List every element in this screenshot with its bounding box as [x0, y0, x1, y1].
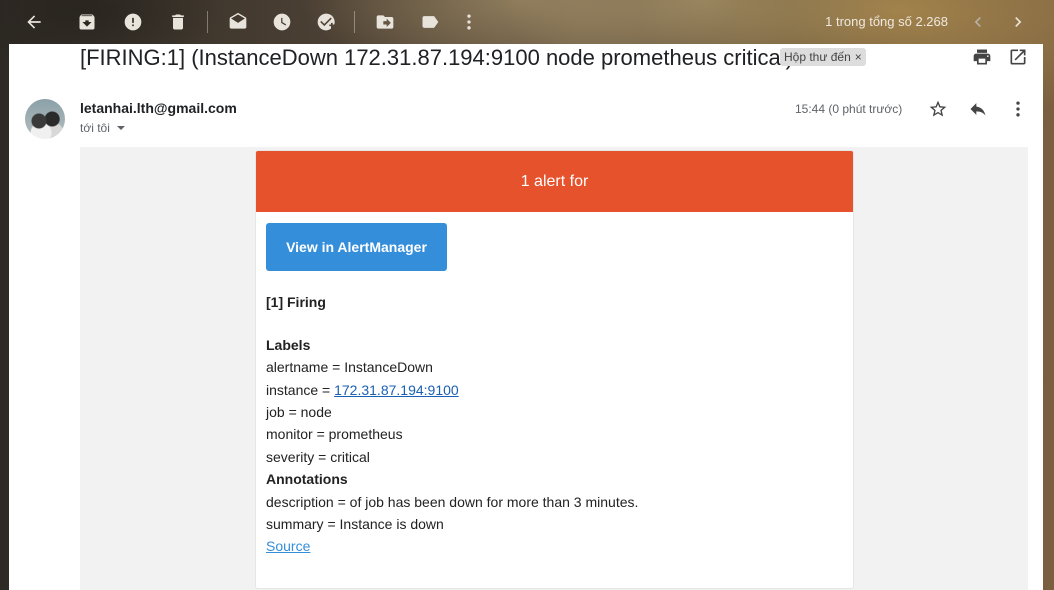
annotation-description: description = of job has been down for m… — [266, 494, 639, 510]
delete-icon[interactable] — [166, 10, 190, 34]
message-pane: [FIRING:1] (InstanceDown 172.31.87.194:9… — [9, 44, 1043, 590]
inbox-label-chip[interactable]: Hộp thư đến × — [780, 48, 866, 66]
toolbar-divider — [207, 11, 208, 33]
instance-link[interactable]: 172.31.87.194:9100 — [334, 382, 459, 398]
alert-header: 1 alert for — [256, 151, 853, 212]
more-vert-icon[interactable] — [457, 10, 481, 34]
label-job: job = node — [266, 404, 332, 420]
label-instance-key: instance = — [266, 382, 335, 398]
pager-count: 1 trong tổng số 2.268 — [825, 14, 948, 29]
label-icon[interactable] — [418, 10, 442, 34]
archive-icon[interactable] — [75, 10, 99, 34]
newer-chevron-icon[interactable] — [966, 10, 990, 34]
toolbar-divider — [354, 11, 355, 33]
star-icon[interactable] — [927, 98, 949, 120]
add-to-tasks-icon[interactable] — [314, 10, 338, 34]
back-arrow-icon[interactable] — [22, 10, 46, 34]
toolbar: 1 trong tổng số 2.268 — [0, 0, 1054, 44]
report-spam-icon[interactable] — [121, 10, 145, 34]
open-in-new-window-icon[interactable] — [1007, 46, 1029, 68]
alert-card: 1 alert for View in AlertManager [1] Fir… — [255, 150, 854, 589]
email-body: 1 alert for View in AlertManager [1] Fir… — [80, 147, 1028, 590]
view-in-alertmanager-button[interactable]: View in AlertManager — [266, 223, 447, 271]
label-alertname: alertname = InstanceDown — [266, 359, 433, 375]
snooze-icon[interactable] — [270, 10, 294, 34]
label-severity: severity = critical — [266, 449, 370, 465]
print-icon[interactable] — [971, 46, 993, 68]
move-to-icon[interactable] — [373, 10, 397, 34]
source-link[interactable]: Source — [266, 538, 310, 554]
remove-label-icon[interactable]: × — [855, 48, 862, 66]
mark-unread-icon[interactable] — [226, 10, 250, 34]
older-chevron-icon[interactable] — [1006, 10, 1030, 34]
recipient-details[interactable]: tới tôi — [80, 121, 125, 135]
message-time: 15:44 (0 phút trước) — [795, 102, 903, 116]
label-instance: instance = 172.31.87.194:9100 — [266, 382, 459, 398]
firing-count: [1] Firing — [266, 294, 326, 310]
message-more-icon[interactable] — [1007, 98, 1029, 120]
email-subject: [FIRING:1] (InstanceDown 172.31.87.194:9… — [80, 45, 793, 70]
inbox-label-text: Hộp thư đến — [784, 50, 851, 64]
caret-down-icon[interactable] — [116, 126, 125, 130]
reply-icon[interactable] — [967, 98, 989, 120]
recipient-label: tới tôi — [80, 121, 110, 135]
sender-avatar[interactable] — [25, 99, 65, 139]
annotation-summary: summary = Instance is down — [266, 516, 444, 532]
labels-heading: Labels — [266, 337, 311, 353]
label-monitor: monitor = prometheus — [266, 426, 403, 442]
annotations-heading: Annotations — [266, 471, 348, 487]
sender-email[interactable]: letanhai.lth@gmail.com — [80, 100, 237, 116]
